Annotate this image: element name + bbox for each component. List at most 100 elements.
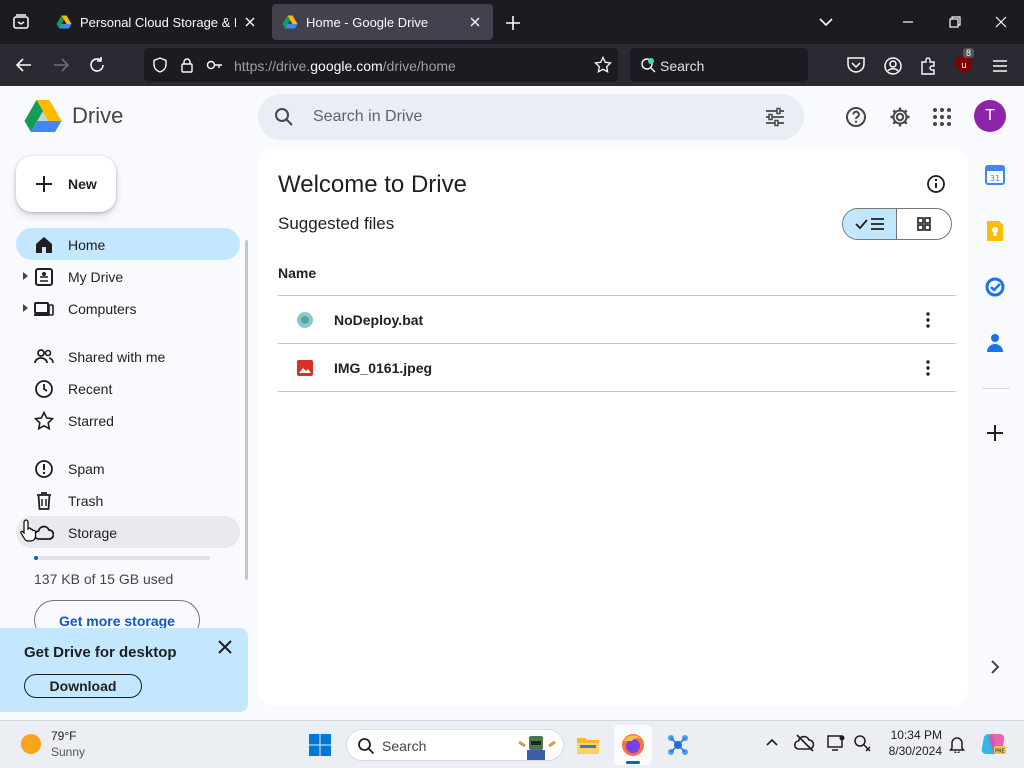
url-bar[interactable]: https://drive.google.com/drive/home (144, 48, 618, 82)
tab-personal-cloud-storage[interactable]: Personal Cloud Storage & File S (46, 4, 268, 40)
sidebar-scrollbar[interactable] (245, 240, 248, 580)
table-row[interactable]: NoDeploy.bat (278, 296, 956, 343)
info-icon[interactable] (926, 174, 946, 194)
more-options-icon[interactable] (918, 310, 938, 330)
browser-tab-bar: Personal Cloud Storage & File S Home - G… (0, 0, 1024, 44)
list-all-tabs-icon[interactable] (816, 12, 836, 32)
pocket-icon[interactable] (846, 56, 866, 74)
help-icon (846, 107, 866, 127)
windows-taskbar: 79°F Sunny Search 10:34 PM 8/30/2024 PRE (0, 720, 1024, 768)
network-app-icon[interactable] (666, 733, 690, 757)
app-menu-icon[interactable] (990, 56, 1010, 76)
sidebar-item-shared-with-me[interactable]: Shared with me (16, 340, 240, 372)
sidebar-item-spam[interactable]: Spam (16, 452, 240, 484)
search-highlight-icon (518, 736, 556, 760)
ublock-extension-button[interactable]: u 8 (954, 48, 976, 76)
my-drive-icon (35, 268, 53, 286)
sidebar-item-computers[interactable]: Computers (16, 292, 240, 324)
download-button[interactable]: Download (24, 674, 142, 698)
permissions-key-icon[interactable] (206, 58, 224, 72)
reload-button[interactable] (86, 54, 108, 76)
keep-icon[interactable] (984, 220, 1006, 242)
contacts-icon[interactable] (984, 332, 1006, 354)
avatar[interactable]: T (974, 100, 1006, 132)
reload-icon (90, 57, 104, 72)
tab-list-button[interactable] (0, 0, 42, 44)
close-tab-icon[interactable] (467, 14, 483, 30)
forward-button[interactable] (50, 54, 72, 76)
lock-icon[interactable] (180, 57, 194, 73)
shield-icon[interactable] (152, 57, 168, 73)
bell-icon[interactable] (948, 735, 966, 753)
storage-progress-fill (34, 556, 38, 560)
support-button[interactable] (843, 104, 869, 130)
close-icon[interactable] (216, 638, 234, 656)
search-options-icon[interactable] (764, 107, 786, 127)
restore-icon[interactable] (945, 12, 965, 32)
sidebar-item-recent[interactable]: Recent (16, 372, 240, 404)
calendar-icon[interactable]: 31 (984, 164, 1006, 186)
system-clock[interactable]: 10:34 PM 8/30/2024 (880, 727, 942, 759)
more-options-icon[interactable] (918, 358, 938, 378)
settings-button[interactable] (887, 104, 913, 130)
chevron-up-icon[interactable] (764, 735, 780, 751)
close-tab-icon[interactable] (242, 14, 258, 30)
expand-arrow-icon[interactable] (23, 304, 29, 312)
sidebar-item-label: Computers (68, 301, 137, 317)
windows-start-icon[interactable] (308, 733, 332, 757)
grid-icon (917, 217, 931, 231)
display-icon[interactable] (826, 733, 846, 753)
browser-nav-bar: https://drive.google.com/drive/home Sear… (0, 44, 1024, 86)
back-button[interactable] (13, 54, 35, 76)
sidebar-item-label: Starred (68, 413, 114, 429)
sidebar-item-starred[interactable]: Starred (16, 404, 240, 436)
trash-icon (37, 492, 51, 510)
new-button[interactable]: New (16, 156, 116, 212)
tasks-icon[interactable] (984, 276, 1006, 298)
list-view-button[interactable] (843, 209, 898, 239)
tab-google-drive-home[interactable]: Home - Google Drive (272, 4, 493, 40)
cloud-offline-icon[interactable] (794, 733, 816, 753)
drive-logo[interactable]: Drive (24, 98, 123, 134)
expand-arrow-icon[interactable] (23, 272, 29, 280)
add-icon[interactable] (984, 422, 1006, 444)
url-text: https://drive.google.com/drive/home (234, 58, 456, 74)
tab-title: Home - Google Drive (306, 14, 429, 30)
drive-logo-text: Drive (72, 103, 124, 128)
grid-view-button[interactable] (897, 209, 951, 239)
browser-search-bar[interactable]: Search (630, 48, 808, 82)
image-file-icon (297, 360, 313, 376)
google-drive-favicon-icon (282, 15, 298, 29)
account-icon[interactable] (883, 56, 903, 76)
tab-list-icon (13, 14, 29, 29)
sidebar-item-trash[interactable]: Trash (16, 484, 240, 516)
firefox-taskbar-button[interactable] (614, 725, 652, 765)
divider (278, 391, 956, 392)
minimize-icon[interactable] (898, 12, 918, 32)
search-icon (358, 738, 375, 755)
network-icon[interactable] (852, 733, 872, 753)
hand-cursor-icon (20, 519, 37, 542)
sidebar-item-home[interactable]: Home (16, 228, 240, 260)
clock-date: 8/30/2024 (888, 744, 942, 758)
column-header-name[interactable]: Name (278, 265, 316, 281)
file-explorer-icon[interactable] (576, 733, 600, 757)
copilot-icon[interactable]: PRE (980, 731, 1006, 757)
file-name: NoDeploy.bat (334, 312, 424, 328)
drive-search-box[interactable]: Search in Drive (258, 94, 804, 140)
taskbar-search-box[interactable]: Search (346, 729, 564, 761)
table-row[interactable]: IMG_0161.jpeg (278, 344, 956, 391)
chevron-right-icon[interactable] (984, 656, 1006, 678)
svg-text:u: u (961, 61, 967, 71)
main-content: Welcome to Drive Suggested files Name No… (258, 148, 968, 706)
bookmark-star-icon[interactable] (594, 56, 612, 74)
sidebar-item-my-drive[interactable]: My Drive (16, 260, 240, 292)
clock-time: 10:34 PM (890, 728, 942, 742)
google-apps-button[interactable] (929, 104, 955, 130)
close-window-icon[interactable] (991, 12, 1011, 32)
extensions-puzzle-icon[interactable] (919, 56, 939, 76)
search-icon[interactable] (274, 107, 294, 127)
sidebar-item-storage[interactable]: Storage (16, 516, 240, 548)
search-input[interactable]: Search in Drive (313, 108, 422, 126)
new-tab-icon[interactable] (502, 12, 524, 34)
